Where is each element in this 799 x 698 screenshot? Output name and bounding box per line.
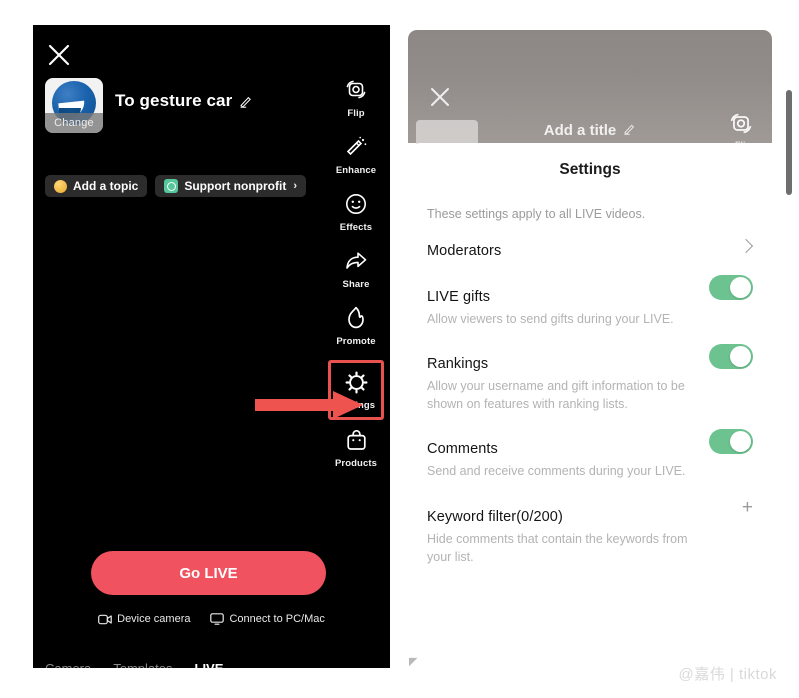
rankings-toggle[interactable] <box>709 344 753 370</box>
settings-row-keyword-filter: Keyword filter(0/200) Hide comments that… <box>427 481 753 566</box>
flame-icon <box>345 303 367 333</box>
rail-label-products: Products <box>335 458 377 469</box>
settings-sheet: Settings These settings apply to all LIV… <box>408 143 772 680</box>
rail-label-effects: Effects <box>339 222 373 233</box>
rail-item-promote[interactable]: Promote <box>328 303 384 360</box>
settings-row-moderators[interactable]: Moderators <box>427 221 754 259</box>
rail-item-enhance[interactable]: Enhance <box>328 132 384 189</box>
device-camera-label: Device camera <box>117 613 191 625</box>
monitor-icon <box>210 613 225 625</box>
page-scrollbar-thumb[interactable] <box>786 90 792 195</box>
comments-label: Comments <box>427 441 498 458</box>
live-settings-panel: Add a title Flip Settings These settings… <box>408 30 772 680</box>
support-nonprofit-chip[interactable]: Support nonprofit › <box>155 175 306 197</box>
keyword-filter-label: Keyword filter(0/200) <box>427 508 563 525</box>
connect-pc-label: Connect to PC/Mac <box>229 613 325 625</box>
device-camera-option[interactable]: Device camera <box>98 613 190 625</box>
shopping-bag-icon <box>345 425 368 455</box>
share-arrow-icon <box>344 246 368 276</box>
smiley-face-icon <box>344 189 368 219</box>
add-title-row[interactable]: Add a title <box>408 122 772 139</box>
dimmed-camera-background: Add a title Flip <box>408 30 772 150</box>
tab-templates[interactable]: Templates <box>113 661 172 668</box>
change-cover-label[interactable]: Change <box>45 113 103 133</box>
rail-item-share[interactable]: Share <box>328 246 384 303</box>
mouse-cursor-icon: ◤ <box>409 656 418 668</box>
live-gifts-description: Allow viewers to send gifts during your … <box>427 312 674 326</box>
device-camera-icon <box>98 614 112 624</box>
toggle-knob <box>730 431 751 453</box>
edit-pencil-icon[interactable] <box>623 122 636 139</box>
toggle-knob <box>730 277 751 298</box>
rankings-description: Allow your username and gift information… <box>427 379 685 412</box>
coin-icon <box>54 179 67 193</box>
rail-item-products[interactable]: Products <box>328 425 384 482</box>
page-scrollbar-track[interactable] <box>786 30 796 680</box>
tab-live[interactable]: LIVE <box>195 661 224 668</box>
rail-label-promote: Promote <box>336 336 376 347</box>
moderators-label: Moderators <box>427 243 502 259</box>
settings-row-comments: Comments Send and receive comments durin… <box>427 413 753 480</box>
add-topic-label: Add a topic <box>73 179 139 193</box>
mode-tabs: Camera Templates LIVE <box>45 661 223 668</box>
add-title-label: Add a title <box>543 122 617 139</box>
keyword-filter-description: Hide comments that contain the keywords … <box>427 531 688 564</box>
stream-title-row[interactable]: To gesture car <box>115 91 253 111</box>
annotation-arrow <box>255 390 365 420</box>
comments-description: Send and receive comments during your LI… <box>427 464 686 479</box>
comments-toggle[interactable] <box>709 429 753 455</box>
flip-camera-icon <box>344 75 368 105</box>
chip-row: Add a topic Support nonprofit › <box>45 175 306 197</box>
rail-item-effects[interactable]: Effects <box>328 189 384 246</box>
rail-label-flip: Flip <box>347 108 365 119</box>
settings-row-live-gifts: LIVE gifts Allow viewers to send gifts d… <box>427 259 753 328</box>
close-icon[interactable] <box>428 85 452 109</box>
page-title: Settings <box>559 161 621 178</box>
live-gifts-toggle[interactable] <box>709 275 753 300</box>
connect-pc-option[interactable]: Connect to PC/Mac <box>210 613 325 625</box>
cover-thumbnail[interactable]: Change <box>45 78 103 133</box>
rail-label-share: Share <box>342 279 370 290</box>
tools-rail: Flip Enhance Effects Share Promote Produ… <box>328 75 384 482</box>
settings-subtitle: These settings apply to all LIVE videos. <box>427 207 646 221</box>
magic-wand-icon <box>344 132 368 162</box>
close-icon[interactable] <box>46 42 72 68</box>
settings-row-rankings: Rankings Allow your username and gift in… <box>427 328 753 413</box>
edit-pencil-icon[interactable] <box>239 94 253 108</box>
watermark: @嘉伟 | tiktok <box>678 666 777 683</box>
live-gifts-label: LIVE gifts <box>427 289 491 305</box>
stream-title: To gesture car <box>115 91 233 110</box>
support-nonprofit-label: Support nonprofit <box>184 179 287 193</box>
toggle-knob <box>730 346 751 368</box>
rankings-label: Rankings <box>427 356 489 373</box>
camera-source-row: Device camera Connect to PC/Mac <box>33 613 390 625</box>
go-live-button[interactable]: Go LIVE <box>91 551 326 595</box>
add-topic-chip[interactable]: Add a topic <box>45 175 148 197</box>
rail-label-enhance: Enhance <box>335 165 377 176</box>
nonprofit-globe-icon <box>164 179 179 193</box>
rail-item-flip[interactable]: Flip <box>328 75 384 132</box>
add-keyword-icon[interactable]: + <box>742 498 753 517</box>
chevron-right-icon: › <box>293 180 297 192</box>
flip-camera-icon[interactable] <box>728 112 754 138</box>
live-camera-panel: Change To gesture car Add a topic Suppor… <box>33 25 390 668</box>
tab-camera[interactable]: Camera <box>45 661 91 668</box>
